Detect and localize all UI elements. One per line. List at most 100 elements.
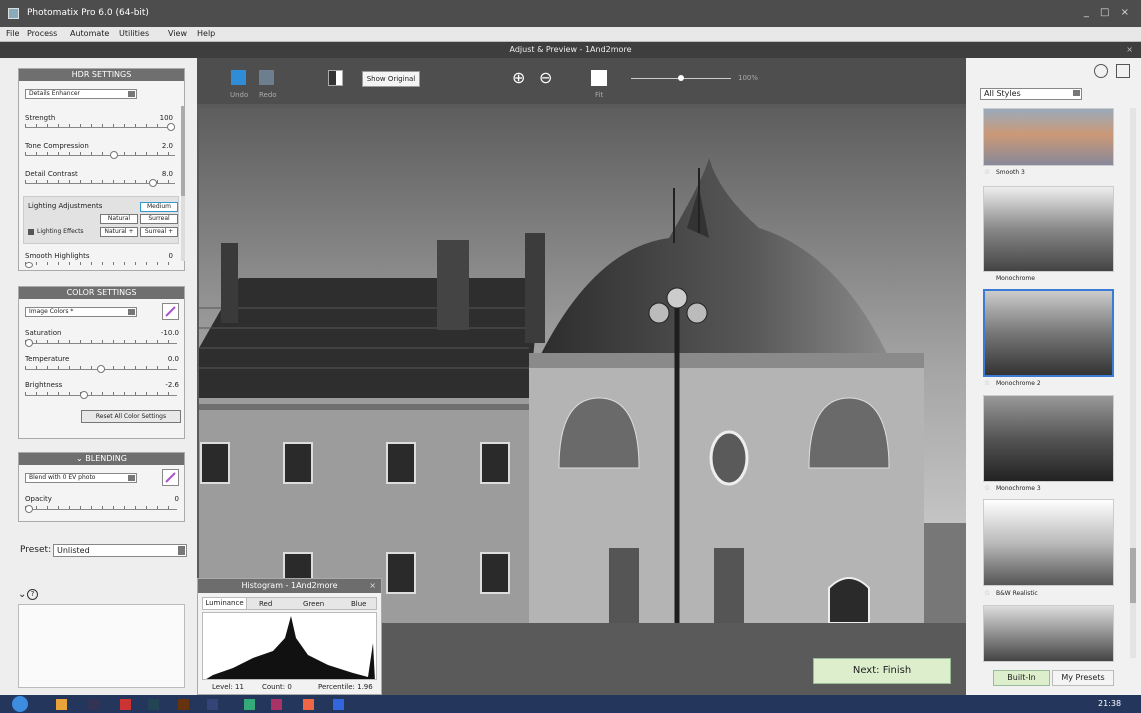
opacity-track[interactable] <box>25 509 177 510</box>
lighting-effects-checkbox[interactable] <box>28 229 34 235</box>
taskbar-app-icon[interactable] <box>333 699 344 710</box>
undo-icon[interactable] <box>231 70 246 85</box>
zoom-out-icon[interactable]: ⊖ <box>539 68 552 87</box>
style-thumbnail-smooth-3[interactable] <box>983 108 1114 166</box>
temperature-label: Temperature <box>25 355 70 363</box>
fit-icon[interactable] <box>591 70 607 86</box>
lighting-surreal-button[interactable]: Surreal <box>140 214 178 224</box>
tone-compression-label: Tone Compression <box>25 142 89 150</box>
preset-select[interactable]: Unlisted <box>53 544 187 557</box>
scrollbar-thumb[interactable] <box>181 106 185 196</box>
smooth-highlights-value: 0 <box>168 252 173 260</box>
lighting-effects-label: Lighting Effects <box>37 228 84 235</box>
saturation-track[interactable] <box>25 343 177 344</box>
zoom-slider[interactable] <box>678 75 684 81</box>
detail-contrast-slider[interactable] <box>148 179 157 187</box>
saturation-slider[interactable] <box>25 339 33 347</box>
color-mode-select[interactable]: Image Colors * <box>25 307 137 317</box>
brightness-slider[interactable] <box>79 391 88 399</box>
my-presets-tab[interactable]: My Presets <box>1052 670 1114 686</box>
close-icon[interactable]: × <box>1126 42 1133 58</box>
reset-color-settings-button[interactable]: Reset All Color Settings <box>81 410 181 423</box>
taskbar-app-icon[interactable] <box>303 699 314 710</box>
window-title: Photomatix Pro 6.0 (64-bit) <box>27 8 149 18</box>
brightness-label: Brightness <box>25 381 63 389</box>
styles-scrollbar[interactable] <box>1130 108 1136 658</box>
opacity-slider[interactable] <box>25 505 33 513</box>
taskbar-app-icon[interactable] <box>207 699 218 710</box>
show-original-button[interactable]: Show Original <box>362 71 420 87</box>
preview-image[interactable] <box>199 108 966 623</box>
scrollbar[interactable] <box>181 106 185 261</box>
lighting-medium-button[interactable]: Medium <box>140 202 178 212</box>
taskbar-app-icon[interactable] <box>271 699 282 710</box>
star-icon[interactable]: ☆ <box>984 484 990 492</box>
start-button[interactable] <box>12 696 28 712</box>
built-in-tab[interactable]: Built-In <box>993 670 1050 686</box>
style-thumbnail-bw-realistic[interactable] <box>983 499 1114 586</box>
left-settings-panel: HDR SETTINGS Details Enhancer Strength 1… <box>0 58 197 695</box>
opacity-value: 0 <box>174 495 179 503</box>
style-thumbnail[interactable] <box>983 605 1114 662</box>
taskbar-app-icon[interactable] <box>88 699 99 710</box>
style-filter-select[interactable]: All Styles <box>980 88 1082 100</box>
preview-title: Adjust & Preview - 1And2more <box>509 45 632 54</box>
sort-icon[interactable] <box>1094 64 1108 78</box>
strength-track[interactable] <box>25 127 175 128</box>
lighting-natural-button[interactable]: Natural <box>100 214 138 224</box>
menu-file[interactable]: File <box>6 29 19 38</box>
method-select[interactable]: Details Enhancer <box>25 89 137 99</box>
scrollbar-thumb[interactable] <box>1130 548 1136 603</box>
tab-green[interactable]: Green <box>303 600 324 608</box>
menu-automate[interactable]: Automate <box>70 29 109 38</box>
color-settings-card: COLOR SETTINGS Image Colors * Saturation… <box>18 286 185 439</box>
blend-mode-select[interactable]: Blend with 0 EV photo <box>25 473 137 483</box>
tone-compression-track[interactable] <box>25 155 175 156</box>
star-icon[interactable]: ☆ <box>984 168 990 176</box>
split-view-icon[interactable] <box>328 70 343 86</box>
smooth-highlights-slider[interactable] <box>25 262 33 268</box>
menu-process[interactable]: Process <box>27 29 57 38</box>
collapse-chevron-icon[interactable]: ⌄ <box>18 589 26 600</box>
lighting-surreal-plus-button[interactable]: Surreal + <box>140 227 178 237</box>
tab-blue[interactable]: Blue <box>351 600 367 608</box>
tab-luminance[interactable]: Luminance <box>203 598 247 609</box>
window-titlebar: Photomatix Pro 6.0 (64-bit) _ □ × <box>0 0 1141 27</box>
menu-utilities[interactable]: Utilities <box>119 29 149 38</box>
blending-card: ⌄ BLENDING Blend with 0 EV photo Opacity… <box>18 452 185 522</box>
taskbar-app-icon[interactable] <box>56 699 67 710</box>
star-icon[interactable]: ☆ <box>984 379 990 387</box>
style-thumbnail-monochrome-3[interactable] <box>983 395 1114 482</box>
taskbar-app-icon[interactable] <box>120 699 131 710</box>
close-icon[interactable]: × <box>369 579 376 593</box>
tab-red[interactable]: Red <box>259 600 272 608</box>
taskbar-clock: 21:38 <box>1098 699 1122 708</box>
detail-contrast-value: 8.0 <box>161 170 173 178</box>
taskbar-app-icon[interactable] <box>244 699 255 710</box>
menu-help[interactable]: Help <box>197 29 215 38</box>
list-view-icon[interactable] <box>1116 64 1130 78</box>
style-thumbnail-monochrome[interactable] <box>983 186 1114 272</box>
histogram-titlebar[interactable]: Histogram - 1And2more × <box>198 579 381 593</box>
taskbar-app-icon[interactable] <box>148 699 159 710</box>
color-picker-brush-icon[interactable] <box>162 303 179 320</box>
star-icon[interactable]: ☆ <box>984 589 990 597</box>
next-finish-button[interactable]: Next: Finish <box>813 658 951 684</box>
menu-view[interactable]: View <box>168 29 187 38</box>
window-controls[interactable]: _ □ × <box>1084 7 1133 18</box>
zoom-in-icon[interactable]: ⊕ <box>512 68 525 87</box>
style-thumbnail-monochrome-2[interactable] <box>983 289 1114 377</box>
tone-compression-slider[interactable] <box>110 151 119 159</box>
blending-heading[interactable]: ⌄ BLENDING <box>19 453 184 465</box>
histogram-title: Histogram - 1And2more <box>241 581 338 590</box>
taskbar-app-icon[interactable] <box>178 699 189 710</box>
strength-slider[interactable] <box>167 123 175 131</box>
redo-icon[interactable] <box>259 70 274 85</box>
lighting-natural-plus-button[interactable]: Natural + <box>100 227 138 237</box>
blend-brush-icon[interactable] <box>162 469 179 486</box>
help-icon[interactable]: ? <box>27 589 38 600</box>
temperature-slider[interactable] <box>97 365 105 373</box>
histogram-count: Count: 0 <box>262 683 292 691</box>
info-box <box>18 604 185 688</box>
brightness-track[interactable] <box>25 395 177 396</box>
